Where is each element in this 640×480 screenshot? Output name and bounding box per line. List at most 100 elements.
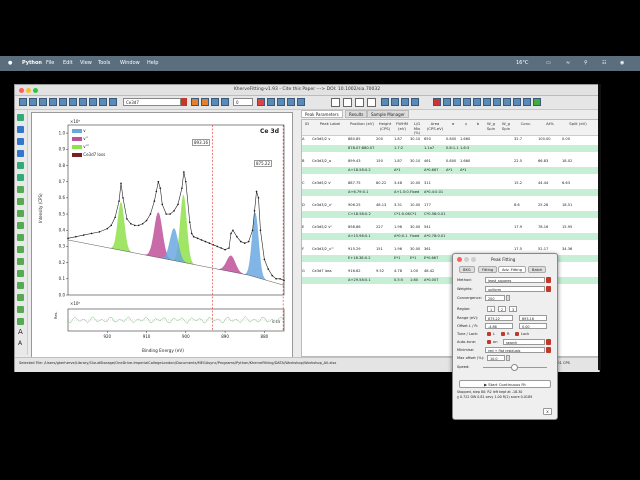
peak-remove-icon[interactable] xyxy=(297,98,305,106)
convergence-input[interactable]: 200 xyxy=(485,295,505,301)
table-cell-s[interactable]: 0.800 xyxy=(446,136,460,143)
table-header-12[interactable]: Conc. xyxy=(514,120,538,137)
table-header-0[interactable]: ID xyxy=(302,120,312,137)
table-header-13[interactable]: At% xyxy=(538,120,562,137)
range-to-input[interactable]: 893.16 xyxy=(519,315,547,321)
color-icon[interactable] xyxy=(401,98,409,106)
window-icon[interactable] xyxy=(513,98,521,106)
table-cell-area[interactable]: 177 xyxy=(424,202,446,209)
table-cell-fw[interactable]: 1.96 xyxy=(394,224,410,231)
table-row[interactable]: A+6.79:0.1 A+1.5:0.1FixedA*0.4:0.01 xyxy=(302,189,598,196)
label-icon[interactable] xyxy=(381,98,389,106)
table-cell-fw[interactable]: A*0:0.1 xyxy=(394,233,410,240)
scale-icon[interactable] xyxy=(331,98,340,107)
export-icon[interactable] xyxy=(39,98,47,106)
table-header-8[interactable]: γ xyxy=(460,120,472,137)
wifi-icon[interactable]: ≈ xyxy=(566,60,570,66)
table-cell-conc[interactable]: 22.5 xyxy=(514,158,538,165)
table-row[interactable]: 878.07:880.07 1.7:2 1.1a7 0.8:1.1 1.6:3 xyxy=(302,145,598,152)
table-cell-fw[interactable]: 3.48 xyxy=(394,180,410,187)
table-row[interactable]: D Ce3d3/2_v' 906.25 48.13 3.31 10.00 177 8.6 25.… xyxy=(302,202,598,209)
spacing-icon[interactable] xyxy=(343,98,352,107)
table-cell-label[interactable]: Ce3d5/2 v' xyxy=(312,180,348,187)
table-row[interactable]: E Ce3d5/2 v'' 898.86 227 1.96 30.00 541 17.9 78.… xyxy=(302,224,598,231)
notes-icon[interactable] xyxy=(483,98,491,106)
minimize-window-icon[interactable] xyxy=(26,87,31,93)
import-icon[interactable] xyxy=(49,98,57,106)
minimise-dropdown-icon[interactable] xyxy=(546,347,551,353)
file-selector-dropdown-icon[interactable] xyxy=(181,98,187,106)
table-cell-at[interactable]: 66.83 xyxy=(538,158,562,165)
redo-icon[interactable] xyxy=(79,98,87,106)
table-cell-sp[interactable]: 0.00 xyxy=(562,136,594,143)
table-cell-conc[interactable]: 17.5 xyxy=(514,246,538,253)
table-cell-at[interactable]: 78.16 xyxy=(538,224,562,231)
tab-sample-manager[interactable]: Sample Manager xyxy=(367,110,409,118)
table-cell-fw[interactable]: 4.78 xyxy=(394,268,410,275)
search-icon[interactable]: ⚲ xyxy=(584,60,588,66)
table-cell-h[interactable]: 150 xyxy=(376,158,394,165)
zoom-window-icon[interactable] xyxy=(33,87,38,93)
table-cell-g[interactable]: 1.660 xyxy=(460,136,472,143)
table-header-5[interactable]: L/G Mix (%) xyxy=(410,120,424,137)
pick-tool-icon[interactable] xyxy=(17,174,24,181)
control-center-icon[interactable]: ☷ xyxy=(602,60,606,66)
table-cell-at[interactable]: 100.00 xyxy=(538,136,562,143)
table-cell-label[interactable]: Ce3d7 loss xyxy=(312,268,348,275)
refresh-icon[interactable] xyxy=(89,98,97,106)
menu-view[interactable]: View xyxy=(80,60,92,66)
table-row[interactable]: B Ce3d3/2_a 899.43 150 1.87 30.10 461 0.800 1.66… xyxy=(302,158,598,165)
table-cell-label[interactable]: Ce3d3/2_a xyxy=(312,158,348,165)
table-cell-label[interactable]: Ce3d5/2 v'' xyxy=(312,224,348,231)
table-cell-area[interactable]: 650 xyxy=(424,136,446,143)
scale-tool-icon[interactable] xyxy=(17,246,24,253)
table-cell-id[interactable]: B xyxy=(302,158,312,165)
maxoffset-input[interactable]: 10.0 xyxy=(487,355,505,361)
menu-help[interactable]: Help xyxy=(147,60,158,66)
table-cell-s[interactable]: A*1 xyxy=(446,167,460,174)
table-cell-area[interactable]: 461 xyxy=(424,158,446,165)
zoom-input[interactable]: 0 xyxy=(233,98,253,106)
spectrum-chart[interactable]: 0.0 0.1 0.2 0.3 0.4 0.5 0.6 0.7 0.8 0.9 1.0 920 910 9… xyxy=(32,113,292,358)
table-cell-area[interactable]: 311 xyxy=(424,180,446,187)
table-icon[interactable] xyxy=(59,98,67,106)
table-cell-area[interactable]: A*0.667 xyxy=(424,167,446,174)
table-cell-g[interactable]: 1.660 xyxy=(460,158,472,165)
close-window-icon[interactable] xyxy=(19,87,24,93)
dialog-close-icon[interactable] xyxy=(457,257,462,262)
offset-r-input[interactable]: 0.00 xyxy=(519,323,547,329)
tab-bkg[interactable]: BKG xyxy=(459,266,475,273)
offset-l-input[interactable]: -4.86 xyxy=(485,323,513,329)
open-file-icon[interactable] xyxy=(19,98,27,106)
table-cell-lg[interactable]: 10.00 xyxy=(410,202,424,209)
menu-file[interactable]: File xyxy=(46,60,54,66)
table-cell-at[interactable]: 44.44 xyxy=(538,180,562,187)
table-header-10[interactable]: W_g Spin xyxy=(484,120,498,137)
menu-window[interactable]: Window xyxy=(120,60,140,66)
table-cell-area[interactable]: A*0.4:0.01 xyxy=(424,189,446,196)
table-cell-pos[interactable]: C+18.58:0.2 xyxy=(348,211,376,218)
table-cell-sp[interactable]: 18.51 xyxy=(562,202,594,209)
table-row[interactable]: C Ce3d5/2 v' 887.75 80.22 3.48 10.00 311 15.2 44… xyxy=(302,180,598,187)
table-header-6[interactable]: Area (CPS.eV) xyxy=(424,120,446,137)
table-cell-id[interactable]: D xyxy=(302,202,312,209)
normalize-tool-icon[interactable] xyxy=(17,258,24,265)
table-cell-sp[interactable]: 15.95 xyxy=(562,224,594,231)
dialog-close-button[interactable]: X xyxy=(543,408,552,415)
table-cell-pos[interactable]: 915.29 xyxy=(348,246,376,253)
battery-icon[interactable]: ▭ xyxy=(546,60,551,66)
table-header-7[interactable]: σ xyxy=(446,120,460,137)
derivative-tool-icon[interactable] xyxy=(17,282,24,289)
table-cell-id[interactable]: A xyxy=(302,136,312,143)
zoom-tool-icon[interactable] xyxy=(17,126,24,133)
shift-tool-icon[interactable] xyxy=(17,198,24,205)
align-tool-icon[interactable] xyxy=(17,210,24,217)
autotune-checkbox[interactable] xyxy=(487,340,491,344)
table-cell-lg[interactable]: 1.00 xyxy=(410,268,424,275)
table-cell-lg[interactable]: 10.00 xyxy=(410,180,424,187)
convergence-stepper[interactable] xyxy=(506,295,510,301)
table-cell-pos[interactable]: E+18.38:0.2 xyxy=(348,255,376,262)
table-cell-label[interactable]: Ce3d3/2_v''' xyxy=(312,246,348,253)
table-cell-pos[interactable]: 899.43 xyxy=(348,158,376,165)
table-cell-h[interactable]: 200 xyxy=(376,136,394,143)
